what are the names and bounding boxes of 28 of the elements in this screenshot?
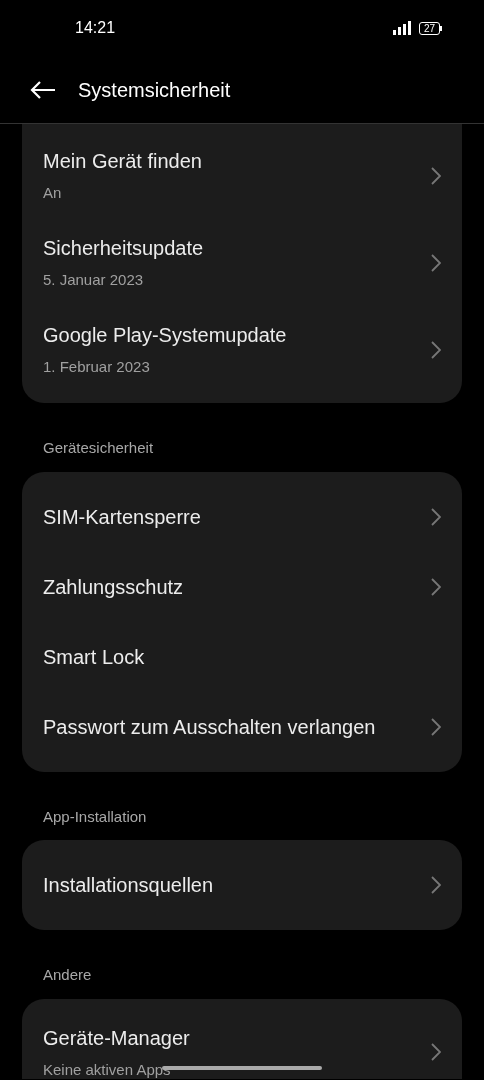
section-heading: Gerätesicherheit (42, 438, 155, 458)
settings-item[interactable]: Google Play-Systemupdate 1. Februar 2023 (22, 306, 462, 393)
settings-item[interactable]: Installationsquellen (22, 850, 462, 920)
item-title: Smart Lock (43, 644, 145, 670)
item-title: Geräte-Manager (43, 1025, 190, 1051)
settings-item[interactable]: SIM-Kartensperre (22, 481, 462, 552)
settings-item[interactable]: Smart Lock (22, 621, 462, 692)
item-title: Zahlungsschutz (43, 574, 184, 600)
back-arrow-icon[interactable] (30, 79, 56, 100)
battery-icon: 27 (418, 21, 442, 35)
clock: 14:21 (75, 18, 116, 38)
section-heading: Andere (42, 965, 93, 985)
item-title: SIM-Kartensperre (43, 504, 201, 530)
item-subtitle: 1. Februar 2023 (43, 357, 151, 378)
settings-item[interactable]: Zahlungsschutz (22, 551, 462, 622)
item-title: Sicherheitsupdate (43, 236, 204, 262)
settings-item[interactable]: Mein Gerät finden An (22, 132, 462, 219)
item-subtitle: 5. Januar 2023 (43, 270, 145, 291)
section-heading: App-Installation (42, 806, 148, 827)
settings-item[interactable]: Sicherheitsupdate 5. Januar 2023 (22, 219, 462, 306)
signal-icon (392, 21, 413, 35)
settings-item[interactable]: Passwort zum Ausschalten verlangen (22, 691, 462, 762)
page-title: Systemsicherheit (78, 77, 231, 103)
item-title: Passwort zum Ausschalten verlangen (43, 714, 376, 740)
item-title: Google Play-Systemupdate (43, 323, 287, 349)
item-title: Installationsquellen (43, 873, 214, 898)
item-title: Mein Gerät finden (43, 149, 202, 175)
item-subtitle: An (43, 183, 63, 204)
